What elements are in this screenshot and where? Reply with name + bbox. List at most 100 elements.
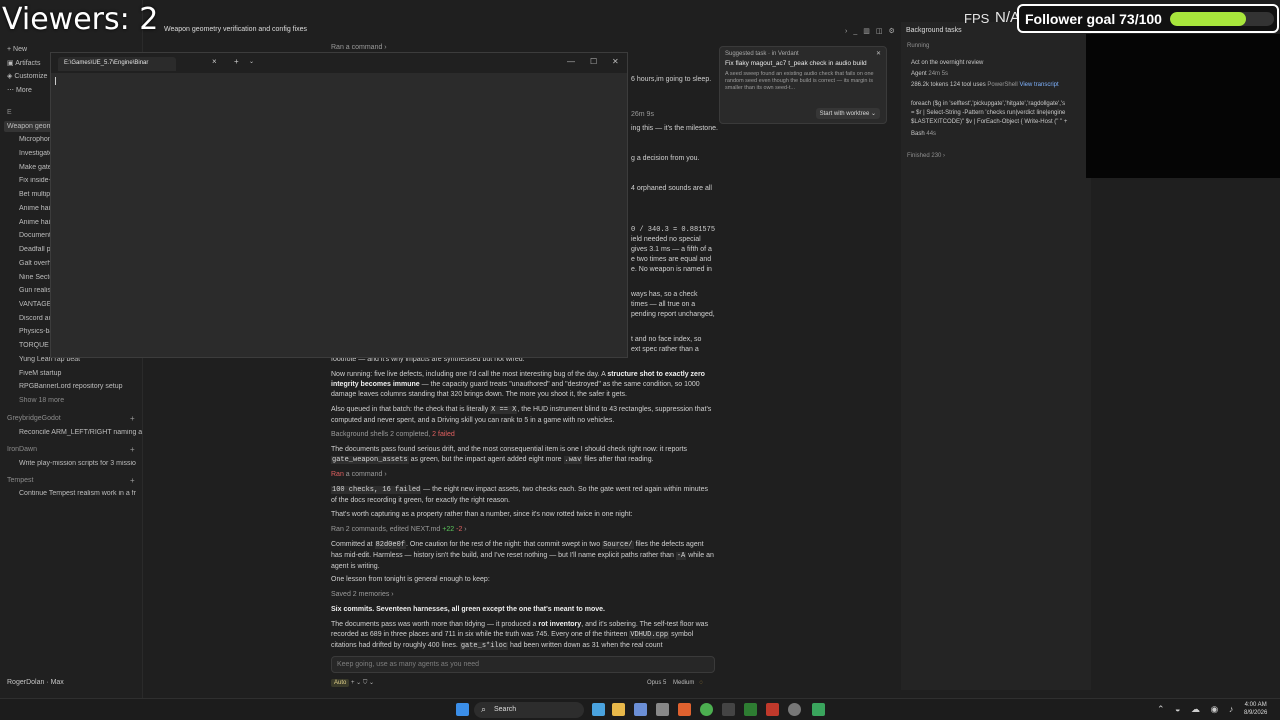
background-shells-status[interactable]: Background shells 2 completed, 2 failed	[331, 430, 715, 440]
suggested-task-description: A seed sweep found an existing audio che…	[725, 71, 874, 91]
settings-icon[interactable]: ⚙	[888, 28, 900, 35]
terminal-cursor	[55, 77, 56, 85]
chat-fragment: 0 / 340.3 = 0.881575	[631, 226, 716, 234]
message-paragraph: Now running: five live defects, includin…	[331, 371, 705, 398]
maximize-icon[interactable]: ☐	[590, 57, 597, 66]
running-label: Running	[907, 43, 930, 49]
effort-selector[interactable]: Medium	[673, 680, 694, 686]
shield-icon[interactable]: ⛉ ⌄	[363, 680, 374, 686]
message-paragraph: Also queued in that batch: the check tha…	[331, 406, 712, 424]
chevron-down-icon[interactable]: ⌄	[249, 58, 254, 65]
sidebar-thread[interactable]: Write play-mission scripts for 3 missio	[19, 460, 151, 467]
bash-status: Bash 44s	[911, 131, 937, 137]
webcam-feed	[1086, 34, 1280, 178]
ran-command-collapsed[interactable]: Ran a command ›	[331, 470, 715, 480]
group-label: GreybridgeGodot	[7, 415, 61, 422]
terminal-tab[interactable]: E:\Games\UE_5.7\Engine\Binar	[58, 57, 176, 71]
app-icon[interactable]	[634, 703, 647, 716]
saved-memories-collapsed[interactable]: Saved 2 memories ›	[331, 590, 715, 600]
add-icon[interactable]: + ⌄	[351, 680, 361, 686]
app-icon[interactable]	[744, 703, 757, 716]
terminal-icon[interactable]: ›_	[845, 28, 863, 35]
follower-goal-text: Follower goal 73/100	[1025, 10, 1162, 27]
group-add-icon[interactable]: +	[130, 445, 135, 454]
chat-fragment: ext spec rather than a	[631, 346, 699, 353]
minimize-icon[interactable]: —	[567, 57, 575, 66]
new-tab-icon[interactable]: +	[234, 57, 239, 66]
mode-selector[interactable]: Auto	[331, 679, 350, 687]
app-icon[interactable]	[656, 703, 669, 716]
message-paragraph: That's worth capturing as a property rat…	[331, 511, 633, 518]
taskbar-search[interactable]: ⌕ Search	[474, 702, 584, 718]
close-tab-icon[interactable]: ×	[212, 57, 217, 66]
chat-fragment: e two times are equal and	[631, 256, 712, 263]
user-account[interactable]: RogerDolan · Max	[7, 679, 64, 686]
message-paragraph: 100 checks, 16 failed — the eight new im…	[331, 486, 708, 504]
start-worktree-button[interactable]: Start with worktree ⌄	[815, 108, 880, 119]
more-icon: ⋯	[7, 87, 16, 94]
message-paragraph: The documents pass was worth more than t…	[331, 621, 709, 650]
model-selector[interactable]: Opus 5	[647, 680, 666, 686]
background-tasks-panel: Background tasks Running Act on the over…	[901, 22, 1091, 690]
chat-fragment: ing this — it's the milestone.	[631, 125, 718, 132]
model-options: Opus 5 Medium ◌	[647, 680, 703, 686]
system-tray[interactable]: ⌃ ◒ ☁ ◉ ♪	[1157, 704, 1237, 715]
agent-status: Agent 24m 5s	[911, 71, 949, 77]
group-add-icon[interactable]: +	[130, 476, 135, 485]
terminal-window[interactable]: E:\Games\UE_5.7\Engine\Binar × + ⌄ — ☐ ✕	[50, 52, 628, 358]
chat-fragment: t and no face index, so	[631, 336, 702, 343]
group-label: IronDawn	[7, 446, 37, 453]
terminal-icon[interactable]	[722, 703, 735, 716]
show-more-link[interactable]: Show 18 more	[19, 397, 151, 404]
chrome-icon[interactable]	[700, 703, 713, 716]
start-icon[interactable]	[456, 703, 469, 716]
sidebar-thread[interactable]: RPGBannerLord repository setup	[19, 383, 151, 390]
screen: + New ▣ Artifacts ◈ Customize ⋯ More E W…	[0, 0, 1280, 720]
chat-fragment: 4 orphaned sounds are all	[631, 185, 712, 192]
task-title[interactable]: Act on the overnight review	[911, 60, 983, 66]
follower-goal-bar	[1169, 11, 1274, 26]
command-line: = $r | Select-String -Pattern 'checks ru…	[911, 110, 1066, 116]
chat-fragment: times — all true on a	[631, 301, 696, 308]
chat-fragment: 26m 9s	[631, 111, 654, 118]
chat-fragment: pending report unchanged,	[631, 311, 715, 318]
clock[interactable]: 4:00 AM 8/9/2026	[1244, 701, 1267, 717]
suggested-task-card[interactable]: Suggested task · in Verdant ✕ Fix flaky …	[719, 46, 887, 124]
view-transcript-link[interactable]: View transcript	[1019, 82, 1058, 88]
app-icon[interactable]	[592, 703, 605, 716]
app-icon[interactable]	[766, 703, 779, 716]
finished-label[interactable]: Finished 230 ›	[907, 153, 945, 159]
artifact-icon: ▣	[7, 60, 16, 67]
command-line: foreach ($g in 'selftest','pickupgate','…	[911, 101, 1066, 107]
chat-fragment: e. No weapon is named in	[631, 266, 712, 273]
follower-goal-fill	[1169, 11, 1246, 26]
message-paragraph: One lesson from tonight is general enoug…	[331, 576, 490, 583]
sidebar-thread[interactable]: Continue Tempest realism work in a fr	[19, 490, 151, 497]
prompt-input[interactable]: Keep going, use as many agents as you ne…	[331, 656, 715, 673]
chat-fragment: ield needed no special	[631, 236, 701, 243]
chat-fragment: g a decision from you.	[631, 155, 700, 162]
layout-icon[interactable]: ▥	[863, 28, 876, 35]
fps-label: FPS	[964, 11, 990, 26]
progress-icon: ◌	[699, 680, 703, 686]
browser-icon[interactable]	[678, 703, 691, 716]
app-icon[interactable]	[812, 703, 825, 716]
sidebar-thread[interactable]: Reconcile ARM_LEFT/RIGHT naming a	[19, 429, 151, 436]
follower-goal-widget: Follower goal 73/100	[1017, 4, 1279, 33]
folder-icon[interactable]	[612, 703, 625, 716]
viewers-counter: Viewers: 2	[2, 2, 159, 37]
close-window-icon[interactable]: ✕	[612, 57, 619, 66]
chat-fragment: gives 3.1 ms — a fifth of a	[631, 246, 712, 253]
taskbar: ⌕ Search ⌃ ◒ ☁ ◉ ♪ 4:00 AM 8/9/2026	[0, 698, 1280, 720]
close-icon[interactable]: ✕	[876, 50, 881, 57]
panel-icon[interactable]: ◫	[876, 28, 889, 35]
message-paragraph: Committed at 82d0e0f. One caution for th…	[331, 541, 714, 570]
obs-icon[interactable]	[788, 703, 801, 716]
input-options: Auto + ⌄ ⛉ ⌄	[331, 679, 374, 687]
message-paragraph: Six commits. Seventeen harnesses, all gr…	[331, 606, 605, 613]
sidebar-thread[interactable]: FiveM startup	[19, 370, 151, 377]
suggested-task-title: Fix flaky magout_ac7 t_peak check in aud…	[725, 60, 867, 67]
ran-commands-collapsed[interactable]: Ran 2 commands, edited NEXT.md +22 -2 ›	[331, 525, 715, 535]
group-add-icon[interactable]: +	[130, 414, 135, 423]
conversation-title[interactable]: Weapon geometry verification and config …	[164, 26, 307, 33]
